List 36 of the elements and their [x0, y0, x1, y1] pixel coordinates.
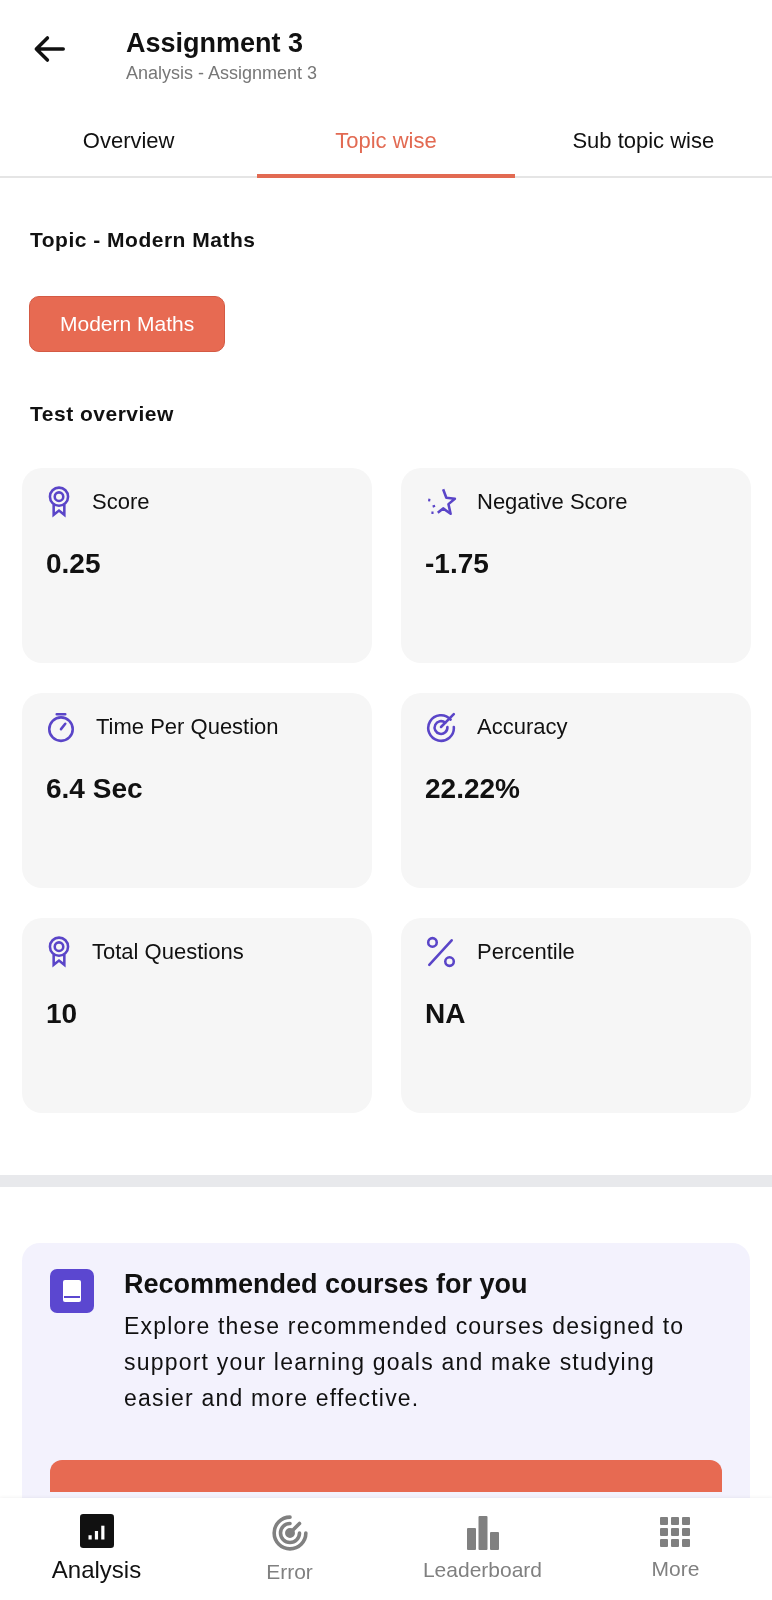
radar-icon	[270, 1514, 309, 1552]
stat-label: Score	[92, 489, 150, 515]
nav-item[interactable]: More	[579, 1517, 772, 1581]
stat-label: Time Per Question	[96, 714, 279, 740]
topic-chip[interactable]: Modern Maths	[29, 296, 226, 352]
nav-item[interactable]: Leaderboard	[386, 1516, 579, 1582]
recommendation-text: Explore these recommended courses designed to support your learning goals and make studying easier and more effective.	[124, 1312, 686, 1413]
tab[interactable]: Sub topic wise	[514, 114, 772, 178]
medal-icon	[46, 486, 72, 518]
recommendation-title: Recommended courses for you	[124, 1269, 529, 1300]
page-title: Assignment 3	[126, 28, 305, 59]
stat-label: Negative Score	[477, 489, 628, 515]
medal-icon	[46, 936, 72, 968]
section-heading: Topic - Modern Maths	[30, 228, 257, 252]
stopwatch-icon	[46, 711, 76, 743]
stat-value: 0.25	[46, 548, 102, 580]
page-subtitle: Analysis - Assignment 3	[126, 63, 318, 84]
nav-item[interactable]: Error	[193, 1514, 386, 1584]
grid-icon	[659, 1517, 692, 1549]
star-icon	[425, 486, 457, 518]
stat-label: Percentile	[477, 939, 575, 965]
stat-value: 10	[46, 998, 79, 1030]
percent-icon	[425, 936, 457, 968]
nav-item[interactable]: Analysis	[0, 1514, 193, 1584]
tab[interactable]: Overview	[0, 114, 258, 178]
stat-value: NA	[425, 998, 467, 1030]
stat-value: 6.4 Sec	[46, 773, 144, 805]
stat-value: -1.75	[425, 548, 490, 580]
tab[interactable]: Topic wise	[257, 114, 515, 178]
stat-label: Total Questions	[92, 939, 244, 965]
target-icon	[425, 711, 457, 743]
chart-icon	[79, 1514, 114, 1548]
stat-value: 22.22%	[425, 773, 521, 805]
book-icon	[50, 1269, 94, 1313]
section-heading: Test overview	[30, 402, 175, 426]
stat-label: Accuracy	[477, 714, 568, 740]
